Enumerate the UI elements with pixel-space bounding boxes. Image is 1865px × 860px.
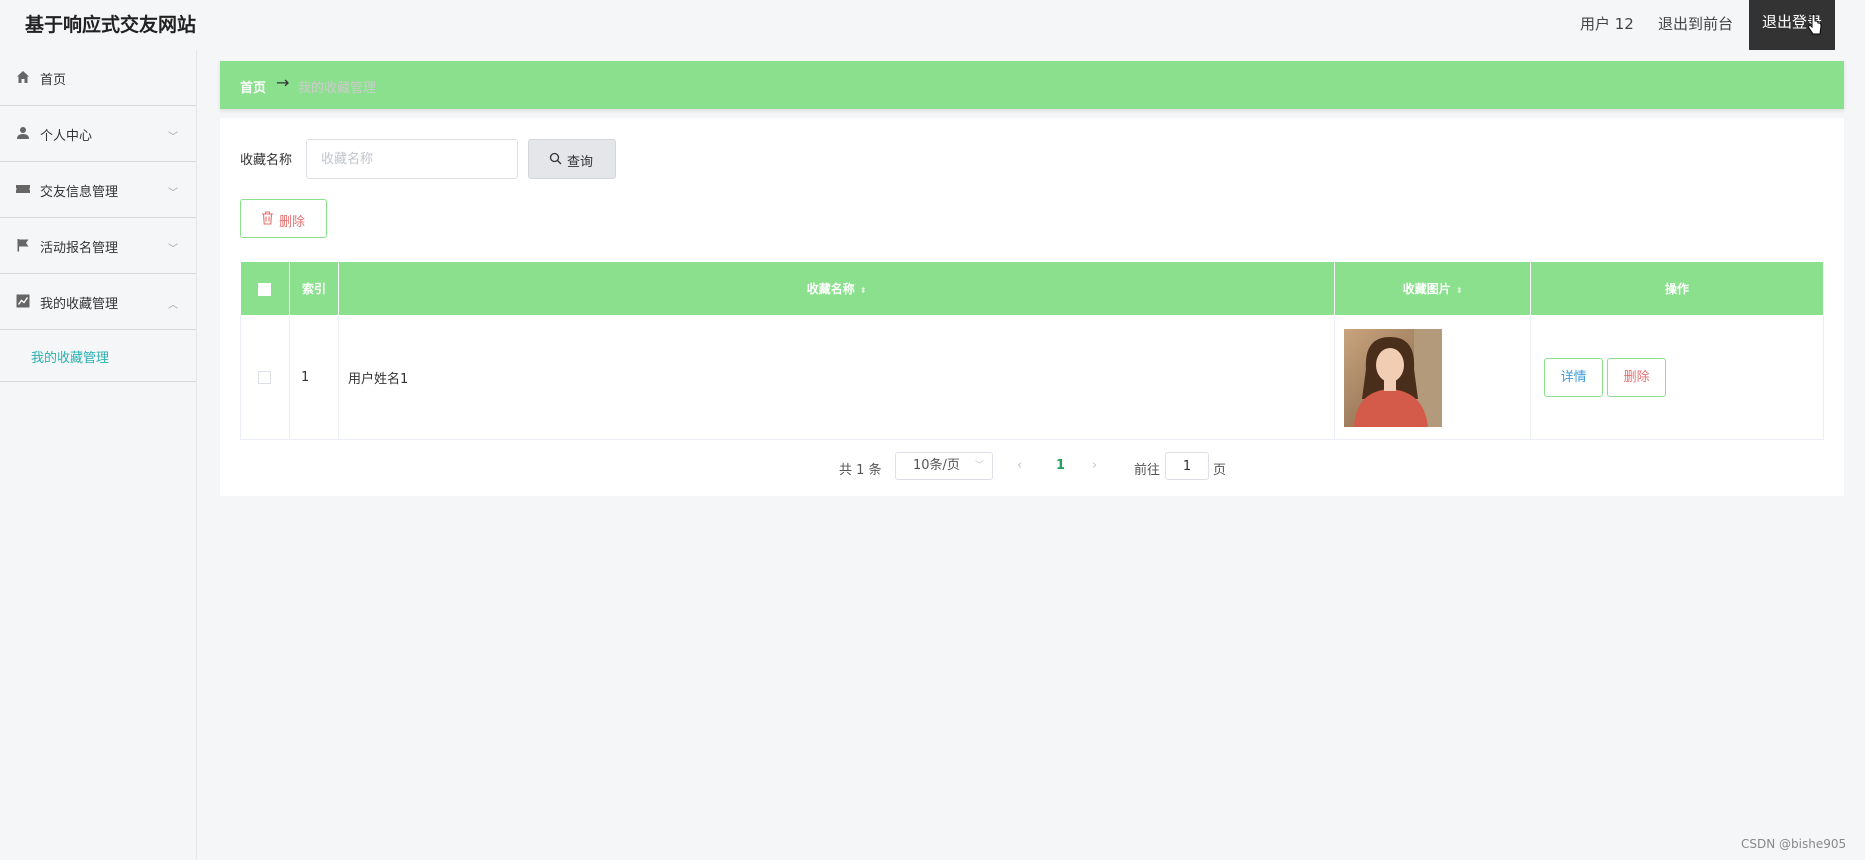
page-size-value: 10条/页 [913, 458, 960, 473]
breadcrumb-separator: → [276, 73, 290, 92]
back-to-front-link[interactable]: 退出到前台 [1658, 13, 1733, 34]
favorite-photo[interactable] [1344, 328, 1443, 427]
user-icon [17, 127, 29, 139]
favorites-table: 索引 收藏名称 ⬍ 收藏图片 ⬍ 操作 1 用户姓名1 详情 删除 [240, 261, 1824, 440]
sidebar: 首页 个人中心 ﹀ 交友信息管理 ﹀ 活动报名管理 ﹀ 我的收藏管理 ︿ 我的收… [0, 50, 197, 860]
chevron-down-icon: ﹀ [168, 188, 178, 199]
ticket-icon [16, 185, 30, 193]
table-header-row: 索引 收藏名称 ⬍ 收藏图片 ⬍ 操作 [240, 261, 1824, 316]
row-index: 1 [288, 315, 339, 440]
pointer-cursor-icon [1808, 14, 1822, 35]
search-input[interactable] [306, 139, 518, 179]
sidebar-item-activity-signup[interactable]: 活动报名管理 ﹀ [0, 218, 196, 274]
goto-unit: 页 [1213, 463, 1227, 478]
site-title: 基于响应式交友网站 [25, 14, 197, 36]
select-all-cell [240, 261, 290, 316]
sidebar-item-my-favorites[interactable]: 我的收藏管理 ︿ [0, 274, 196, 330]
sidebar-item-label: 个人中心 [40, 129, 93, 144]
sidebar-item-personal-center[interactable]: 个人中心 ﹀ [0, 106, 196, 162]
sidebar-subitem-my-favorites[interactable]: 我的收藏管理 [0, 330, 196, 382]
page-number-button[interactable]: 1 [1056, 458, 1065, 473]
select-all-checkbox[interactable] [258, 282, 272, 296]
chevron-up-icon: ︿ [168, 300, 178, 311]
row-name: 用户姓名1 [337, 315, 1336, 440]
next-page-button[interactable]: › [1092, 458, 1097, 473]
sidebar-subitem-label: 我的收藏管理 [31, 351, 110, 366]
search-button-label: 查询 [567, 154, 594, 169]
page-size-select[interactable]: 10条/页 ﹀ [895, 452, 993, 480]
flag-icon [17, 239, 29, 252]
sidebar-item-label: 首页 [40, 73, 67, 88]
sidebar-item-label: 交友信息管理 [40, 185, 119, 200]
content-panel: 收藏名称 查询 删除 索引 收藏名称 ⬍ 收藏图片 ⬍ 操作 1 用户姓名1 [220, 118, 1844, 496]
sidebar-item-label: 我的收藏管理 [40, 297, 119, 312]
column-header-image[interactable]: 收藏图片 ⬍ [1334, 261, 1532, 316]
goto-label: 前往 [1134, 463, 1161, 478]
batch-delete-label: 删除 [279, 214, 306, 229]
row-select-cell [240, 315, 290, 440]
batch-delete-button[interactable]: 删除 [240, 199, 327, 238]
current-user: 用户 12 [1580, 15, 1634, 33]
search-label: 收藏名称 [240, 153, 293, 168]
row-actions-cell: 详情 删除 [1530, 315, 1824, 440]
row-image-cell [1334, 315, 1532, 440]
breadcrumb-home[interactable]: 首页 [240, 77, 266, 96]
chart-icon [16, 294, 30, 308]
sort-icon[interactable]: ⬍ [860, 286, 867, 295]
column-header-index: 索引 [288, 261, 339, 316]
logout-button[interactable]: 退出登录 [1749, 0, 1835, 50]
search-button[interactable]: 查询 [528, 139, 616, 179]
top-bar: 基于响应式交友网站 用户 12 退出到前台 退出登录 [0, 0, 1865, 50]
delete-button[interactable]: 删除 [1607, 358, 1667, 397]
chevron-down-icon: ﹀ [974, 461, 984, 471]
column-header-name[interactable]: 收藏名称 ⬍ [337, 261, 1336, 316]
pagination: 共 1 条 10条/页 ﹀ ‹ 1 › 前往 页 [220, 452, 1844, 482]
watermark: CSDN @bishe905 [1741, 837, 1847, 851]
chevron-down-icon: ﹀ [168, 244, 178, 255]
sidebar-item-label: 活动报名管理 [40, 241, 119, 256]
search-icon [549, 152, 562, 165]
table-row: 1 用户姓名1 详情 删除 [240, 315, 1824, 440]
sidebar-item-dating-info[interactable]: 交友信息管理 ﹀ [0, 162, 196, 218]
trash-icon [262, 211, 273, 225]
column-header-label: 收藏图片 [1402, 282, 1451, 296]
breadcrumb-current: 我的收藏管理 [298, 81, 377, 96]
detail-button[interactable]: 详情 [1544, 358, 1604, 397]
home-icon [17, 71, 29, 83]
column-header-label: 索引 [301, 282, 326, 296]
goto-page-input[interactable] [1165, 452, 1209, 480]
column-header-actions: 操作 [1530, 261, 1824, 316]
pagination-total: 共 1 条 [839, 463, 882, 478]
prev-page-button[interactable]: ‹ [1017, 458, 1022, 473]
sidebar-item-home[interactable]: 首页 [0, 50, 196, 106]
column-header-label: 收藏名称 [806, 282, 855, 296]
sort-icon[interactable]: ⬍ [1456, 286, 1463, 295]
breadcrumb: 首页 → 我的收藏管理 [220, 61, 1844, 109]
chevron-down-icon: ﹀ [168, 132, 178, 143]
row-checkbox[interactable] [258, 371, 272, 384]
column-header-label: 操作 [1665, 282, 1690, 296]
